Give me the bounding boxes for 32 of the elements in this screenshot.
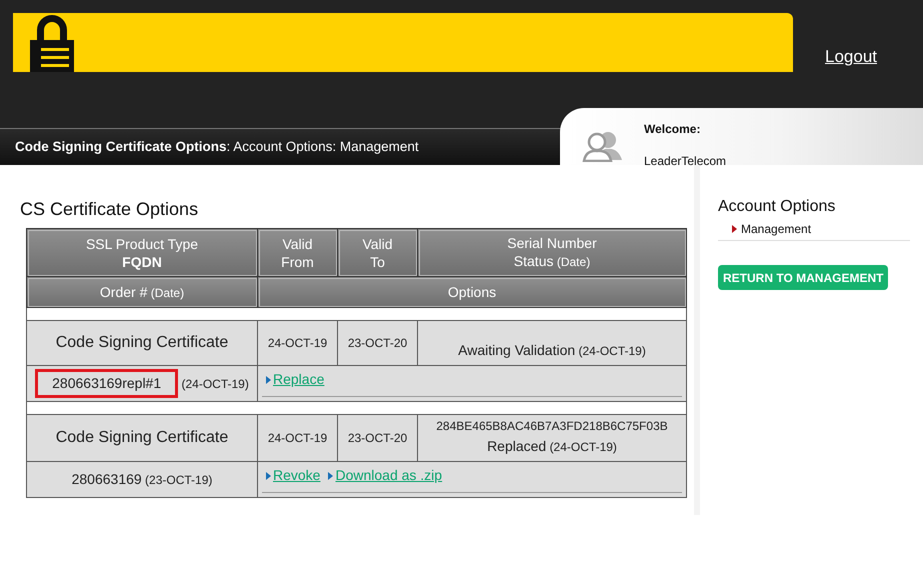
bullet-icon [732, 225, 737, 233]
product-cell: Code Signing Certificate [26, 320, 258, 366]
sidebar-link[interactable]: Management [732, 220, 910, 238]
section-title: CS Certificate Options [20, 198, 200, 220]
bullet-icon [266, 472, 271, 480]
date-cell: 23-OCT-20 [338, 320, 418, 366]
date-cell: 24-OCT-19 [258, 320, 338, 366]
bullet-icon [266, 376, 271, 384]
bullet-icon [328, 472, 334, 480]
column-header: Valid To [338, 228, 418, 276]
column-header: SSL Product Type FQDN [26, 228, 258, 276]
users-icon [582, 130, 624, 162]
status-cell: Awaiting Validation (24-OCT-19) [418, 320, 686, 366]
sidebar-title: Account Options [718, 197, 836, 217]
username: LeaderTelecom [644, 153, 726, 170]
column-header: Order # (Date) [26, 276, 258, 308]
column-header: Valid From [258, 228, 338, 276]
date-cell: 24-OCT-19 [258, 414, 338, 462]
column-header: Options [258, 276, 686, 308]
logout-link[interactable]: Logout [825, 44, 877, 70]
option-link[interactable]: Download as .zip [328, 465, 442, 486]
status-cell: 284BE465B8AC46B7A3FD218B6C75F03B Replaced (24-OCT-19) [418, 414, 686, 462]
welcome-label: Welcome: [644, 121, 702, 138]
order-cell: 280663169repl#1 (24-OCT-19) [26, 366, 258, 402]
column-header: Serial Number Status (Date) [418, 228, 686, 276]
order-cell: 280663169 (23-OCT-19) [26, 462, 258, 498]
date-cell: 23-OCT-20 [338, 414, 418, 462]
product-cell: Code Signing Certificate [26, 414, 258, 462]
return-button[interactable]: RETURN TO MANAGEMENT [718, 265, 888, 290]
option-link[interactable]: Revoke [266, 465, 320, 486]
option-link[interactable]: Replace [266, 369, 324, 390]
breadcrumb: Code Signing Certificate Options: Account Options: Management [15, 138, 419, 156]
